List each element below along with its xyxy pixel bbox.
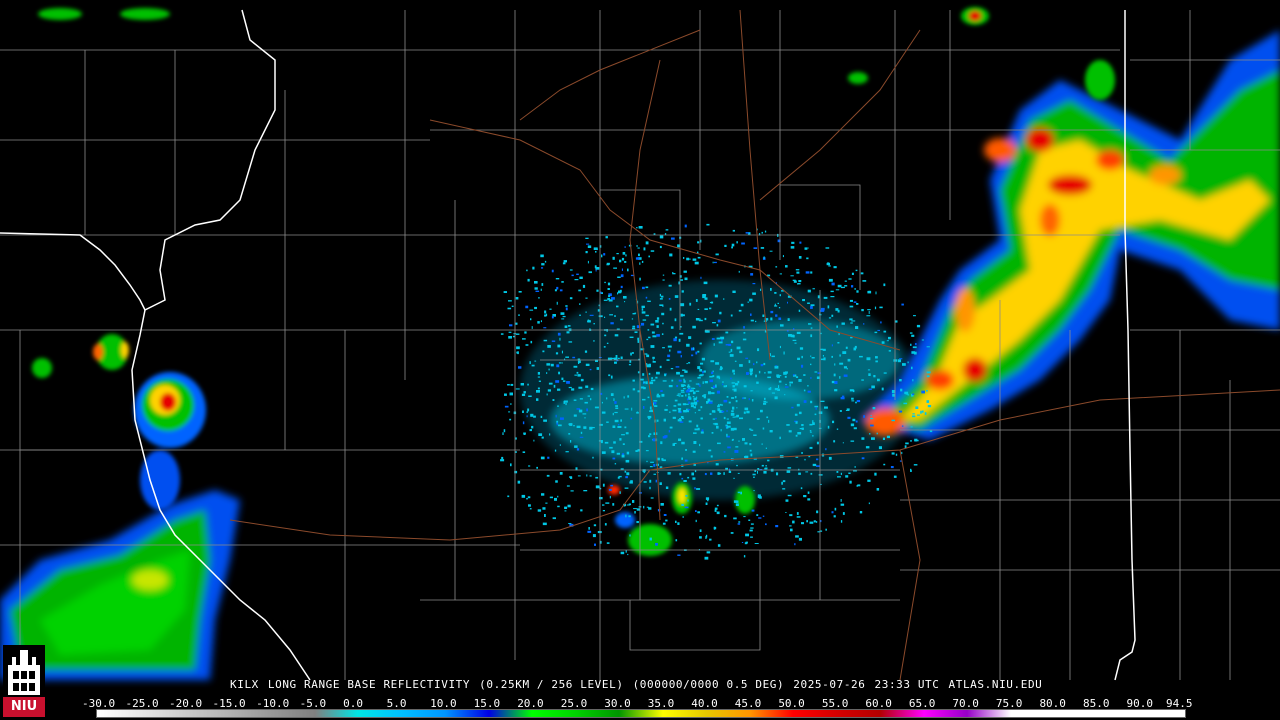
product-time: 23:33 UTC: [874, 678, 940, 691]
scale-swatch: [793, 710, 837, 717]
radar-display: KILX LONG RANGE BASE REFLECTIVITY (0.25KM …: [0, 0, 1280, 720]
product-description: LONG RANGE BASE REFLECTIVITY: [267, 678, 471, 691]
scale-swatch: [227, 710, 272, 717]
scale-swatch: [445, 710, 489, 717]
scale-swatch: [923, 710, 968, 717]
scale-swatch: [575, 710, 620, 717]
scale-swatch: [706, 710, 750, 717]
echo-north-cells: [38, 7, 1115, 100]
echo-west-cells: [32, 334, 206, 510]
scale-swatch: [184, 710, 228, 717]
scale-swatch: [967, 710, 1011, 717]
scale-swatch: [314, 710, 359, 717]
scale-swatch: [836, 710, 881, 717]
scale-swatch: [1141, 710, 1185, 717]
product-info-line: KILX LONG RANGE BASE REFLECTIVITY (0.25KM …: [230, 678, 1051, 691]
reflectivity-scale-labels: -30.0 -25.0 -20.0 -15.0 -10.0 -5.0 0.0 5.0 10.0 1…: [82, 697, 1198, 710]
scale-swatch: [97, 710, 141, 717]
scale-swatch: [1010, 710, 1055, 717]
scale-swatch: [880, 710, 924, 717]
product-volume: (000000/0000 0.5 DEG): [632, 678, 785, 691]
scale-swatch: [358, 710, 402, 717]
niu-logo: NIU: [3, 645, 45, 717]
product-date: 2025-07-26: [793, 678, 866, 691]
scale-swatch: [488, 710, 533, 717]
scale-swatch: [1054, 710, 1098, 717]
tower-icon: [3, 645, 45, 697]
scale-swatch: [1097, 710, 1142, 717]
reflectivity-color-bar: [96, 709, 1186, 718]
scale-swatch: [140, 710, 185, 717]
scale-swatch: [662, 710, 707, 717]
scale-swatch: [619, 710, 663, 717]
scale-swatch: [749, 710, 794, 717]
scale-swatch: [271, 710, 315, 717]
radar-map: [0, 7, 1280, 681]
scale-swatch: [532, 710, 576, 717]
station-id: KILX: [230, 678, 259, 691]
niu-logo-text: NIU: [3, 697, 45, 717]
product-resolution: (0.25KM / 256 LEVEL): [479, 678, 624, 691]
scale-swatch: [401, 710, 446, 717]
product-site: ATLAS.NIU.EDU: [948, 678, 1043, 691]
